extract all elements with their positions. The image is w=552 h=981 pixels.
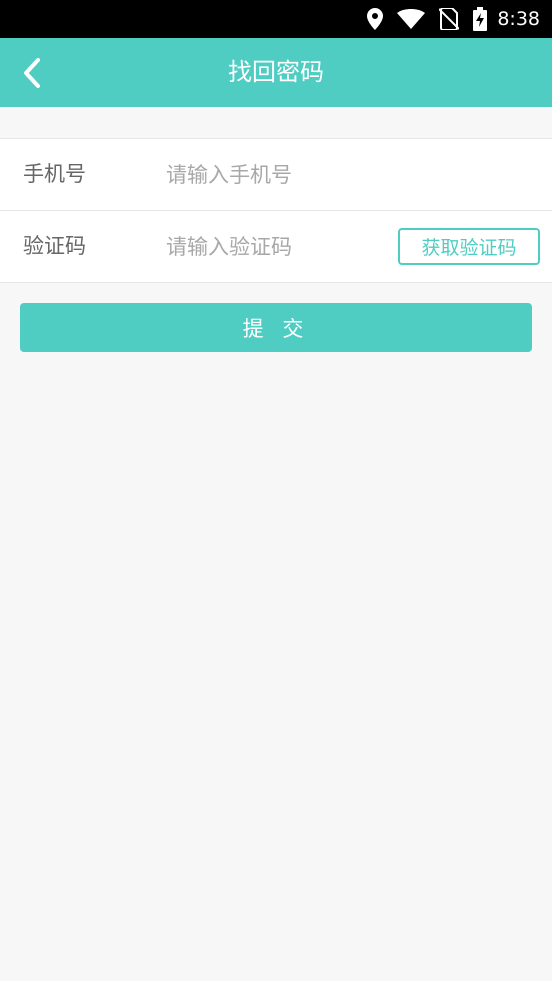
battery-charging-icon xyxy=(473,7,488,31)
code-row: 验证码 获取验证码 xyxy=(0,210,552,282)
no-sim-icon xyxy=(439,8,460,30)
submit-button[interactable]: 提 交 xyxy=(20,303,532,352)
code-label: 验证码 xyxy=(23,234,86,258)
location-icon xyxy=(367,8,384,30)
phone-input[interactable] xyxy=(166,155,536,195)
page-title: 找回密码 xyxy=(228,58,324,86)
phone-row: 手机号 xyxy=(0,139,552,210)
get-code-button[interactable]: 获取验证码 xyxy=(398,228,540,265)
recover-form: 手机号 验证码 获取验证码 xyxy=(0,138,552,283)
app-header: 找回密码 xyxy=(0,38,552,107)
phone-label: 手机号 xyxy=(23,162,86,186)
wifi-icon xyxy=(397,9,426,29)
status-bar: 8:38 xyxy=(0,0,552,38)
status-time: 8:38 xyxy=(497,8,540,30)
code-input[interactable] xyxy=(166,227,386,267)
